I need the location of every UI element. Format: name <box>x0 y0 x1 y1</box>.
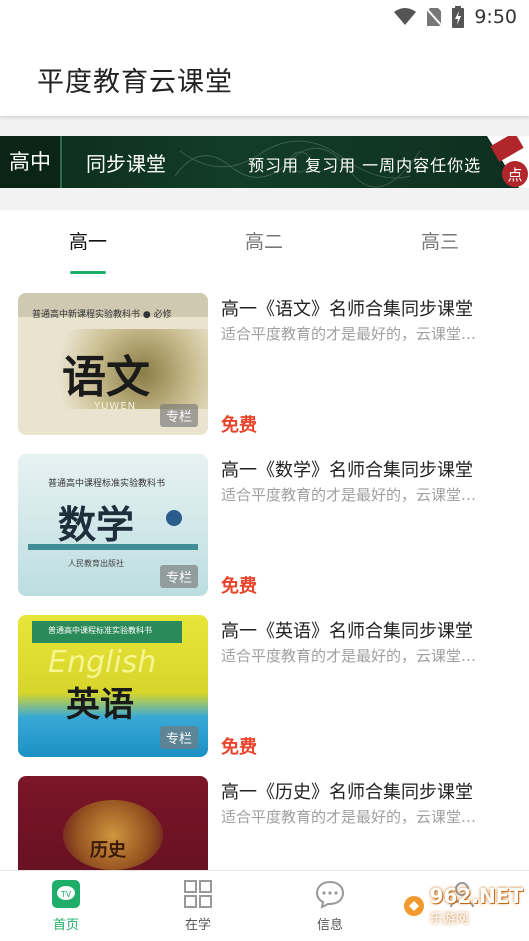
cover-stripe <box>28 544 198 550</box>
course-price: 免费 <box>221 576 257 597</box>
nav-learning[interactable]: 在学 <box>132 871 264 941</box>
tab-label: 高三 <box>420 231 459 253</box>
status-time: 9:50 <box>474 6 517 28</box>
cover-title: 英语 <box>66 685 134 725</box>
cover-top-note: 普通高中课程标准实验教科书 <box>48 626 152 635</box>
column-badge: 专栏 <box>159 565 198 588</box>
cover-top-note: 普通高中课程标准实验教科书 <box>48 479 166 489</box>
nav-messages[interactable]: 信息 <box>264 871 396 941</box>
banner-tag: 高中 <box>0 136 62 188</box>
course-cover: 普通高中课程标准实验教科书 数学 人民教育出版社 专栏 <box>18 454 208 596</box>
course-item-english[interactable]: 普通高中课程标准实验教科书 English 英语 专栏 高一《英语》名师合集同步… <box>0 607 529 768</box>
cover-title: 语文 <box>62 352 150 403</box>
course-title: 高一《语文》名师合集同步课堂 <box>221 299 473 320</box>
course-description: 适合平度教育的才是最好的，云课堂… <box>221 647 477 665</box>
banner-subtitle: 同步课堂 <box>86 152 166 176</box>
course-cover: 普通高中课程标准实验教科书 English 英语 专栏 <box>18 615 208 757</box>
chat-icon <box>315 880 345 909</box>
course-price: 免费 <box>221 737 257 758</box>
cover-dot <box>166 510 182 526</box>
svg-text:TV: TV <box>60 890 72 899</box>
active-tab-indicator <box>70 271 106 274</box>
course-item-math[interactable]: 普通高中课程标准实验教科书 数学 人民教育出版社 专栏 高一《数学》名师合集同步… <box>0 446 529 607</box>
column-badge: 专栏 <box>159 726 198 749</box>
cover-top-note: 普通高中新课程实验教科书 ● 必修 <box>32 310 172 320</box>
course-title: 高一《英语》名师合集同步课堂 <box>221 621 473 642</box>
tab-grade-3[interactable]: 高三 <box>352 210 528 280</box>
course-title: 高一《历史》名师合集同步课堂 <box>221 782 473 803</box>
cover-subtitle: YUWEN <box>94 401 137 412</box>
status-bar: 9:50 <box>0 0 529 38</box>
page-title: 平度教育云课堂 <box>37 67 233 98</box>
nav-label: 信息 <box>316 918 343 933</box>
tab-label: 高二 <box>244 231 283 253</box>
cover-title: 历史 <box>90 840 126 861</box>
course-description: 适合平度教育的才是最好的，云课堂… <box>221 486 477 504</box>
grid-icon <box>184 880 212 908</box>
course-item-chinese[interactable]: 普通高中新课程实验教科书 ● 必修 语文 YUWEN 专栏 高一《语文》名师合集… <box>0 285 529 446</box>
site-watermark: 962.NET 乐游网 <box>402 884 523 927</box>
promo-banner[interactable]: 高中 同步课堂 预习用 复习用 一周内容任你选 点 <box>0 136 529 188</box>
course-cover: 普通高中新课程实验教科书 ● 必修 语文 YUWEN 专栏 <box>18 293 208 435</box>
nav-home[interactable]: TV 首页 <box>0 871 132 941</box>
nav-label: 在学 <box>184 918 211 933</box>
course-description: 适合平度教育的才是最好的，云课堂… <box>221 325 477 343</box>
watermark-text: 962.NET <box>429 884 523 908</box>
battery-icon <box>452 6 465 28</box>
tab-label: 高一 <box>68 231 107 253</box>
nav-label: 首页 <box>52 918 79 933</box>
course-title: 高一《数学》名师合集同步课堂 <box>221 460 473 481</box>
banner-corner-badge: 点 <box>487 136 529 188</box>
no-sim-icon <box>426 7 443 27</box>
grade-tabs: 高一 高二 高三 <box>0 210 529 280</box>
watermark-subtext: 乐游网 <box>429 912 469 927</box>
app-bar: 平度教育云课堂 <box>0 38 529 116</box>
cover-subtitle: English <box>48 645 157 680</box>
wifi-icon <box>394 8 417 25</box>
corner-text: 点 <box>507 166 522 184</box>
course-description: 适合平度教育的才是最好的，云课堂… <box>221 808 477 826</box>
column-badge: 专栏 <box>159 404 198 427</box>
course-price: 免费 <box>221 415 257 436</box>
tab-grade-1[interactable]: 高一 <box>0 210 176 280</box>
cover-title: 数学 <box>58 502 135 547</box>
tab-grade-2[interactable]: 高二 <box>176 210 352 280</box>
cover-subtitle: 人民教育出版社 <box>68 559 124 568</box>
home-icon: TV <box>52 880 80 908</box>
watermark-logo-icon <box>403 895 424 916</box>
banner-slogan: 预习用 复习用 一周内容任你选 <box>248 156 482 175</box>
course-list: 普通高中新课程实验教科书 ● 必修 语文 YUWEN 专栏 高一《语文》名师合集… <box>0 285 529 929</box>
